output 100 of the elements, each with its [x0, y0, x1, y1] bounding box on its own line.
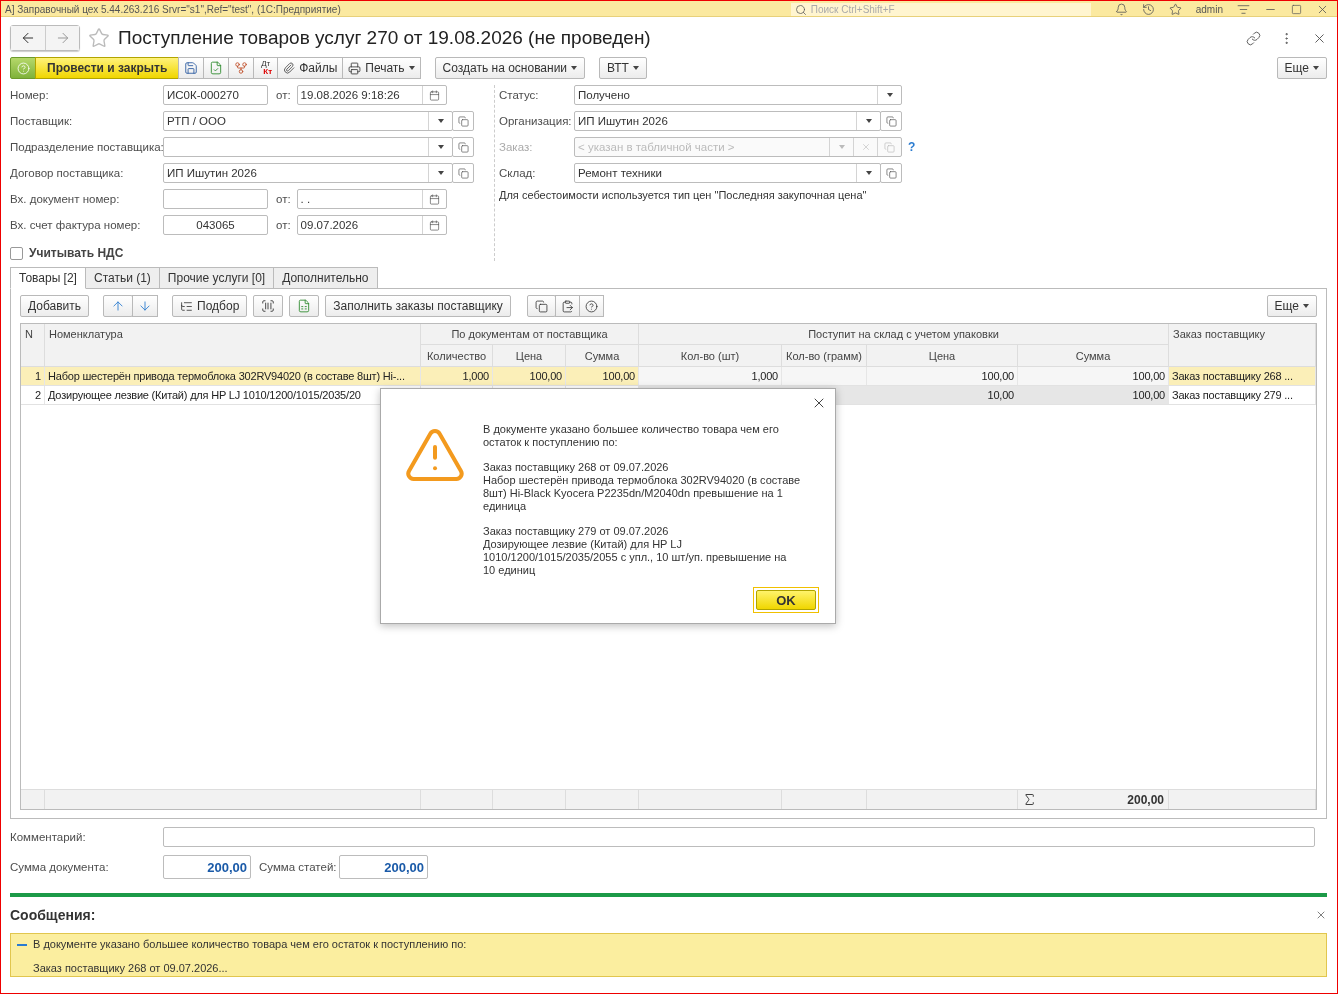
select-field[interactable] [163, 137, 453, 157]
open-button[interactable] [452, 111, 474, 131]
open-button[interactable] [880, 111, 902, 131]
comment-field[interactable] [163, 827, 1315, 847]
date-field[interactable]: 09.07.2026 [296, 215, 447, 235]
menu-icon[interactable] [1237, 3, 1250, 16]
text-field[interactable]: ИС0К-000270 [163, 85, 268, 105]
column-header: Заказ поставщику [1169, 324, 1316, 366]
squares-icon [457, 141, 469, 153]
select-field[interactable]: Получено [574, 85, 902, 105]
copy-icon [534, 299, 548, 313]
date-label: от: [276, 193, 291, 205]
user-name[interactable]: admin [1195, 3, 1223, 16]
select-field: < указан в табличной части > [574, 137, 902, 157]
close-icon [1315, 909, 1327, 921]
dialog-text: Заказ поставщику 268 от 09.07.2026 Набор шестерён привода термоблока 302RV94020 (в составе 8шт) Hi-Black Kyocera P2235dn/M2040dn превышение на 1 единица [483, 461, 801, 513]
form-title: Поступление товаров услуг 270 от 19.08.2026 (не проведен) [118, 27, 652, 49]
help-button[interactable] [578, 295, 604, 317]
star-icon[interactable] [1168, 3, 1182, 16]
message-text: В документе указано большее количество товара чем его остаток к поступлению по: [33, 938, 467, 950]
help-button[interactable] [10, 57, 36, 79]
date-field[interactable]: . . [296, 189, 447, 209]
squares-icon [457, 167, 469, 179]
messages-title: Сообщения: [10, 907, 96, 923]
history-icon[interactable] [1141, 3, 1155, 16]
barcode-button[interactable] [253, 295, 284, 317]
files-button[interactable]: Файлы [277, 57, 344, 79]
copy-button[interactable] [526, 295, 556, 317]
link-button[interactable] [1246, 30, 1261, 46]
caret-icon [865, 171, 872, 175]
post-and-close-button[interactable]: Провести и закрыть [35, 57, 180, 79]
select-field[interactable]: ИП Ишутин 2026 [574, 111, 881, 131]
more-button[interactable]: Еще [1266, 295, 1317, 317]
table-cell: Заказ поставщику 268 ... [1172, 370, 1293, 382]
caret-icon [437, 171, 444, 175]
select-field[interactable]: ИП Ишутин 2026 [163, 163, 453, 183]
column-header: Сумма [566, 345, 639, 366]
caret-icon [408, 66, 415, 70]
forward-button[interactable] [45, 26, 79, 50]
move-up-button[interactable] [103, 295, 134, 317]
tab[interactable]: Дополнительно [273, 267, 378, 289]
checkbox[interactable] [10, 246, 23, 260]
link-icon [1246, 30, 1261, 46]
sigma-icon [1022, 792, 1037, 807]
move-down-button[interactable] [132, 295, 159, 317]
column-header: N [21, 324, 45, 366]
open-button[interactable] [452, 137, 474, 157]
date-field[interactable]: 19.08.2026 9:18:26 [296, 85, 447, 105]
maximize-icon[interactable] [1291, 4, 1302, 15]
bell-icon[interactable] [1114, 3, 1128, 16]
cost-note: Для себестоимости используется тип цен "Последняя закупочная цена" [499, 189, 868, 201]
help-link[interactable]: ? [908, 140, 916, 154]
paste-button[interactable] [554, 295, 580, 317]
pick-button[interactable]: Подбор [172, 295, 248, 317]
select-field[interactable]: РТП / ООО [163, 111, 453, 131]
caret-icon [838, 145, 845, 149]
hierarchy-icon [234, 61, 249, 75]
field-label: Сумма статей: [259, 861, 338, 873]
ledger-button[interactable]: Дт Кт [253, 57, 279, 79]
more-button[interactable]: Еще [1276, 57, 1327, 79]
open-button[interactable] [880, 163, 902, 183]
vtt-button[interactable]: ВТТ [599, 57, 647, 79]
post-button[interactable] [203, 57, 230, 79]
structure-button[interactable] [228, 57, 255, 79]
table-cell: 100,00 [1132, 389, 1165, 401]
fill-button[interactable] [289, 295, 320, 317]
fill-orders-button[interactable]: Заполнить заказы поставщику [325, 295, 511, 317]
caret-icon [437, 119, 444, 123]
field-label: Поставщик: [10, 115, 74, 127]
text-field[interactable]: 043065 [163, 215, 268, 235]
tab[interactable]: Товары [2] [10, 267, 86, 289]
tab[interactable]: Прочие услуги [0] [158, 267, 275, 289]
table-row[interactable]: 1 Набор шестерён привода термоблока 302RV94020 (в составе 8шт) Hi-... 1,000 100,00 100,00 1,000 100,00 100,00 Заказ поставщику 268 ... [21, 367, 1316, 386]
ok-button[interactable]: OK [756, 590, 816, 610]
table-cell: 1 [35, 370, 41, 382]
field-label: Вх. документ номер: [10, 193, 121, 205]
text-field[interactable] [163, 189, 268, 209]
squares-icon [457, 115, 469, 127]
message-text: Заказ поставщику 268 от 09.07.2026... [33, 962, 229, 974]
printer-icon [348, 61, 362, 75]
field-label: Договор поставщика: [10, 167, 125, 179]
save-button[interactable] [178, 57, 205, 79]
star-icon[interactable] [88, 27, 110, 49]
tab[interactable]: Статьи (1) [84, 267, 160, 289]
field-label: Заказ: [499, 141, 534, 153]
caret-icon [437, 145, 444, 149]
field-label: Подразделение поставщика: [10, 141, 163, 153]
select-field[interactable]: Ремонт техники [574, 163, 881, 183]
back-button[interactable] [11, 26, 45, 50]
create-based-button[interactable]: Создать на основании [434, 57, 586, 79]
column-header: Кол-во (грамм) [782, 345, 867, 366]
squares-icon [885, 167, 897, 179]
close-icon[interactable] [1316, 3, 1329, 16]
field-label: Статус: [499, 89, 540, 101]
open-button[interactable] [452, 163, 474, 183]
add-button[interactable]: Добавить [20, 295, 90, 317]
table-cell: 100,00 [981, 370, 1014, 382]
print-button[interactable]: Печать [342, 57, 421, 79]
table-cell: 100,00 [602, 370, 635, 382]
dialog-text: Заказ поставщику 279 от 09.07.2026 Дозирующее лезвие (Китай) для HP LJ 1010/1200/1015/2035/2055 с упл., 10 шт/уп. превышение на 10 единиц [483, 525, 788, 577]
